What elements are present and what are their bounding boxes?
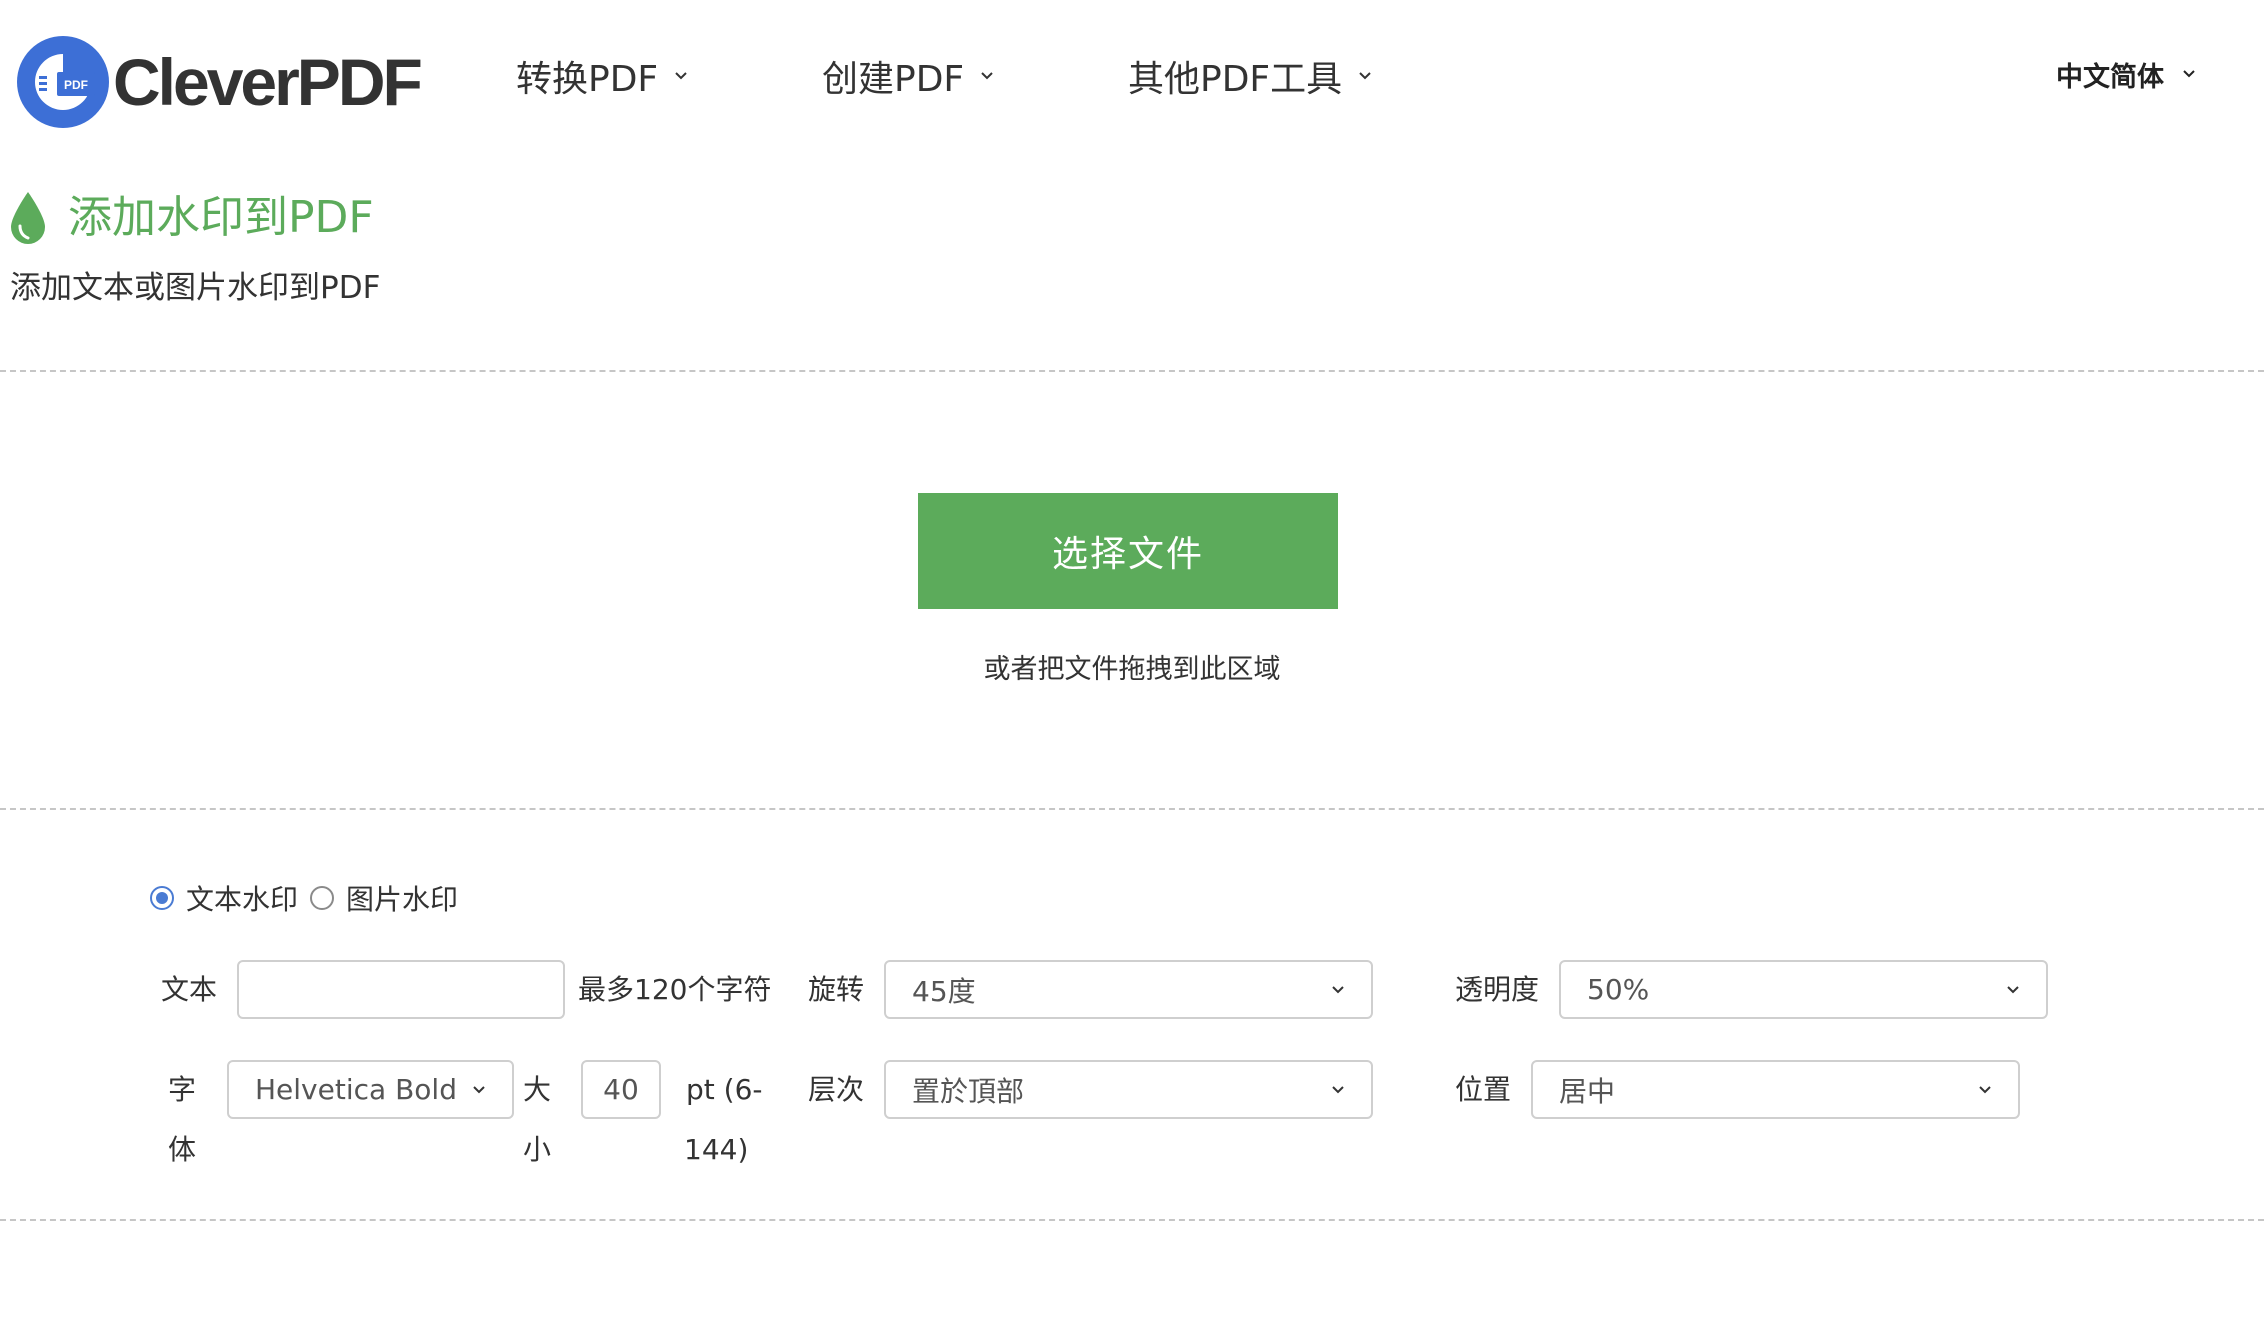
nav-other-pdf-tools-label: 其他PDF工具 [1128, 59, 1343, 100]
language-label: 中文简体 [2056, 61, 2164, 93]
size-label-bottom: 小 [523, 1133, 552, 1166]
chevron-down-icon [1979, 1085, 1991, 1093]
divider [0, 808, 2264, 810]
chevron-down-icon [1332, 1085, 1344, 1093]
size-label-top: 大 [523, 1073, 552, 1106]
logo-badge-text: PDF [64, 78, 88, 92]
chevron-down-icon [2007, 985, 2019, 993]
font-label-bottom: 体 [168, 1133, 197, 1166]
chevron-down-icon [2183, 70, 2195, 78]
chevron-down-icon [1359, 72, 1371, 80]
rotation-label: 旋转 [808, 973, 865, 1006]
water-drop-icon [11, 192, 45, 244]
layer-value: 置於頂部 [912, 1074, 1025, 1108]
text-max-hint: 最多120个字符 [578, 973, 772, 1006]
logo-text: CleverPDF [113, 45, 423, 119]
cleverpdf-logo-icon: PDF [17, 36, 109, 128]
size-range-hint-bottom: 144) [684, 1133, 749, 1166]
text-label: 文本 [161, 973, 218, 1006]
opacity-value: 50% [1587, 973, 1650, 1006]
watermark-type-group: 文本水印 图片水印 [150, 878, 470, 918]
rotation-value: 45度 [912, 974, 976, 1008]
position-value: 居中 [1559, 1074, 1616, 1108]
layer-label: 层次 [808, 1073, 865, 1106]
font-select[interactable]: Helvetica Bold [227, 1060, 514, 1119]
radio-text-watermark[interactable] [150, 886, 174, 910]
nav-create-pdf-label: 创建PDF [822, 59, 965, 100]
radio-text-watermark-label[interactable]: 文本水印 [186, 878, 298, 918]
tool-title-row: 添加水印到PDF [8, 188, 374, 248]
choose-file-button[interactable]: 选择文件 [918, 493, 1338, 609]
font-size-input[interactable]: 40 [581, 1060, 661, 1119]
layer-select[interactable]: 置於頂部 [884, 1060, 1373, 1119]
radio-image-watermark[interactable] [310, 886, 335, 910]
watermark-text-input[interactable] [237, 960, 565, 1019]
language-selector[interactable]: 中文简体 [2056, 54, 2196, 94]
font-value: Helvetica Bold [255, 1073, 457, 1106]
page-title: 添加水印到PDF [68, 192, 374, 243]
page: PDF CleverPDF 转换PDF 创建PDF 其他PDF工具 中文简体 添… [0, 0, 2264, 1336]
radio-image-watermark-label[interactable]: 图片水印 [346, 878, 458, 918]
drop-zone-hint: 或者把文件拖拽到此区域 [983, 654, 1281, 685]
chevron-down-icon [1332, 985, 1344, 993]
divider [0, 1219, 2264, 1221]
logo[interactable]: PDF CleverPDF [17, 36, 423, 128]
nav-create-pdf[interactable]: 创建PDF [822, 52, 994, 100]
opacity-select[interactable]: 50% [1559, 960, 2048, 1019]
chevron-down-icon [675, 72, 687, 80]
chevron-down-icon [981, 72, 993, 80]
opacity-label: 透明度 [1455, 973, 1540, 1006]
nav-convert-pdf[interactable]: 转换PDF [516, 52, 688, 100]
position-label: 位置 [1455, 1073, 1512, 1106]
rotation-select[interactable]: 45度 [884, 960, 1373, 1019]
nav-convert-pdf-label: 转换PDF [516, 59, 659, 100]
size-range-hint-top: pt (6- [686, 1073, 763, 1106]
chevron-down-icon [473, 1085, 485, 1093]
nav-other-pdf-tools[interactable]: 其他PDF工具 [1128, 52, 1372, 100]
page-subtitle: 添加文本或图片水印到PDF [10, 270, 381, 306]
position-select[interactable]: 居中 [1531, 1060, 2020, 1119]
divider [0, 370, 2264, 372]
font-label-top: 字 [168, 1073, 197, 1106]
